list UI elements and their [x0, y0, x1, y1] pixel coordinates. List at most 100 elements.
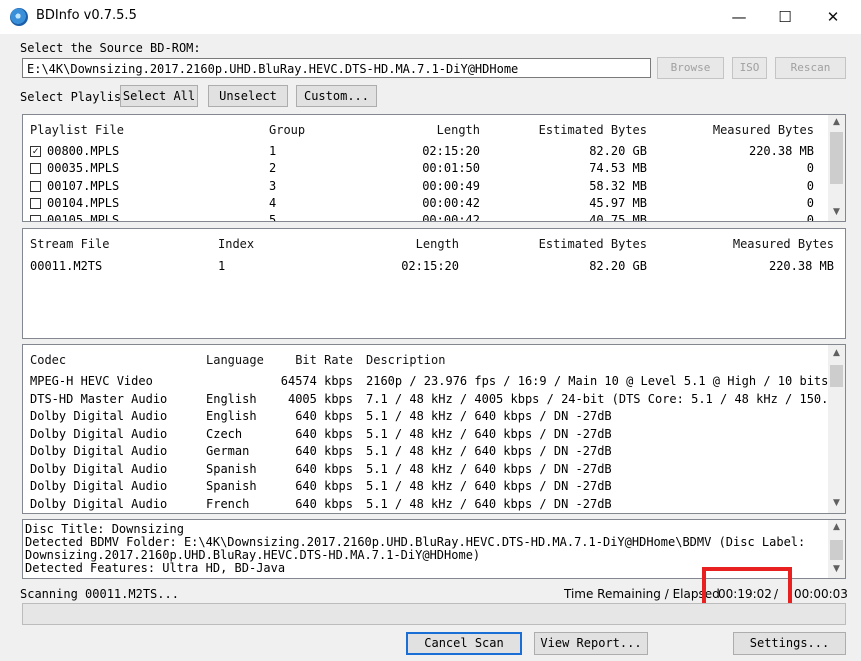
playlist-file: 00105.MPLS	[47, 213, 120, 222]
minimize-button[interactable]: —	[716, 0, 762, 34]
scroll-up-icon[interactable]: ▲	[828, 522, 845, 532]
checkbox[interactable]	[30, 181, 41, 192]
table-row[interactable]: MPEG-H HEVC Video 64574 kbps 2160p / 23.…	[23, 373, 845, 390]
unselect-button[interactable]: Unselect	[208, 85, 288, 107]
header-stream-file[interactable]: Stream File	[30, 237, 109, 251]
codec-bit-rate: 640 kbps	[295, 427, 353, 441]
header-group[interactable]: Group	[269, 123, 305, 137]
codec-bit-rate: 640 kbps	[295, 462, 353, 476]
stream-est-bytes: 82.20 GB	[589, 259, 647, 273]
playlist-file: 00800.MPLS	[47, 144, 120, 158]
playlist-group: 2	[269, 161, 277, 175]
table-row[interactable]: 00035.MPLS 2 00:01:50 74.53 MB 0	[23, 160, 829, 177]
cancel-scan-button[interactable]: Cancel Scan	[406, 632, 522, 655]
checkbox[interactable]	[30, 198, 41, 209]
table-row[interactable]: Dolby Digital Audio English 640 kbps 5.1…	[23, 408, 823, 425]
header-playlist-file[interactable]: Playlist File	[30, 123, 124, 137]
stream-table: Stream File Index Length Estimated Bytes…	[22, 228, 846, 339]
table-row[interactable]: Dolby Digital Audio Czech 640 kbps 5.1 /…	[23, 426, 823, 443]
codec-description: 5.1 / 48 kHz / 640 kbps / DN -27dB	[366, 462, 612, 476]
table-row[interactable]: Dolby Digital Audio German 640 kbps 5.1 …	[23, 443, 823, 460]
codec-name: Dolby Digital Audio	[30, 427, 168, 441]
scroll-down-icon[interactable]: ▼	[828, 498, 845, 508]
info-line: Detected Features: Ultra HD, BD-Java	[25, 561, 286, 575]
custom-button[interactable]: Custom...	[296, 85, 377, 107]
codec-table: Codec Language Bit Rate Description MPEG…	[22, 344, 846, 514]
playlist-group: 4	[269, 196, 277, 210]
header-language[interactable]: Language	[206, 353, 264, 367]
playlist-group: 5	[269, 213, 277, 222]
codec-name: MPEG-H HEVC Video	[30, 374, 153, 388]
header-description[interactable]: Description	[366, 353, 445, 367]
playlist-meas-bytes: 0	[806, 196, 814, 210]
playlist-group: 1	[269, 144, 277, 158]
stream-index: 1	[218, 259, 226, 273]
close-button[interactable]: ✕	[810, 0, 856, 34]
checkbox[interactable]	[30, 215, 41, 221]
header-codec[interactable]: Codec	[30, 353, 66, 367]
playlist-length: 00:01:50	[422, 161, 480, 175]
scroll-thumb[interactable]	[830, 540, 843, 560]
scroll-thumb[interactable]	[830, 132, 843, 184]
playlist-length: 00:00:49	[422, 179, 480, 193]
scroll-down-icon[interactable]: ▼	[828, 207, 845, 217]
table-row[interactable]: ✓ 00800.MPLS 1 02:15:20 82.20 GB 220.38 …	[23, 143, 829, 160]
table-row[interactable]: 00011.M2TS 1 02:15:20 82.20 GB 220.38 MB	[23, 258, 845, 275]
scroll-down-icon[interactable]: ▼	[828, 564, 845, 574]
table-row[interactable]: Dolby Digital Audio French 640 kbps 5.1 …	[23, 496, 823, 513]
browse-button[interactable]: Browse	[657, 57, 724, 79]
scroll-up-icon[interactable]: ▲	[828, 117, 845, 127]
checkbox-checked[interactable]: ✓	[30, 146, 41, 157]
stream-meas-bytes: 220.38 MB	[768, 259, 834, 273]
codec-description: 5.1 / 48 kHz / 640 kbps / DN -27dB	[366, 409, 612, 423]
rescan-button[interactable]: Rescan	[775, 57, 846, 79]
iso-button[interactable]: ISO	[732, 57, 767, 79]
header-measured-bytes[interactable]: Measured Bytes	[683, 237, 834, 251]
playlist-est-bytes: 40.75 MB	[589, 213, 647, 222]
header-index[interactable]: Index	[218, 237, 254, 251]
scroll-up-icon[interactable]: ▲	[828, 348, 845, 358]
playlist-file: 00107.MPLS	[47, 179, 120, 193]
playlist-scrollbar[interactable]: ▲ ▼	[828, 115, 845, 221]
playlist-length: 02:15:20	[422, 144, 480, 158]
codec-description: 5.1 / 48 kHz / 640 kbps / DN -27dB	[366, 444, 612, 458]
stream-length: 02:15:20	[401, 259, 459, 273]
playlist-meas-bytes: 0	[806, 161, 814, 175]
codec-language: German	[206, 444, 250, 458]
codec-language: English	[206, 392, 257, 406]
codec-name: Dolby Digital Audio	[30, 497, 168, 511]
select-playlist-label: Select Playlist	[20, 90, 129, 104]
settings-button[interactable]: Settings...	[733, 632, 846, 655]
table-row[interactable]: 00107.MPLS 3 00:00:49 58.32 MB 0	[23, 178, 829, 195]
view-report-button[interactable]: View Report...	[534, 632, 648, 655]
codec-name: DTS-HD Master Audio	[30, 392, 168, 406]
window-title: BDInfo v0.7.5.5	[36, 8, 137, 23]
playlist-file: 00104.MPLS	[47, 196, 120, 210]
table-row[interactable]: Dolby Digital Audio Spanish 640 kbps 5.1…	[23, 461, 823, 478]
table-row[interactable]: 00105.MPLS 5 00:00:42 40.75 MB 0	[23, 212, 829, 222]
header-length[interactable]: Length	[343, 237, 459, 251]
checkbox[interactable]	[30, 163, 41, 174]
header-estimated-bytes[interactable]: Estimated Bytes	[503, 123, 647, 137]
header-length[interactable]: Length	[363, 123, 480, 137]
maximize-button[interactable]: ☐	[762, 0, 808, 34]
info-scrollbar[interactable]: ▲ ▼	[828, 520, 845, 578]
table-row[interactable]: 00104.MPLS 4 00:00:42 45.97 MB 0	[23, 195, 829, 212]
header-bit-rate[interactable]: Bit Rate	[273, 353, 353, 367]
scroll-thumb[interactable]	[830, 365, 843, 387]
source-path-input[interactable]: E:\4K\Downsizing.2017.2160p.UHD.BluRay.H…	[22, 58, 651, 78]
select-all-button[interactable]: Select All	[120, 85, 198, 107]
table-row[interactable]: DTS-HD Master Audio English 4005 kbps 7.…	[23, 391, 843, 408]
table-row[interactable]: Dolby Digital Audio Spanish 640 kbps 5.1…	[23, 478, 823, 495]
playlist-meas-bytes: 220.38 MB	[748, 144, 814, 158]
codec-scrollbar[interactable]: ▲ ▼	[828, 345, 845, 513]
playlist-est-bytes: 45.97 MB	[589, 196, 647, 210]
playlist-group: 3	[269, 179, 277, 193]
playlist-table: Playlist File Group Length Estimated Byt…	[22, 114, 846, 222]
scanning-status: Scanning 00011.M2TS...	[20, 587, 179, 601]
header-estimated-bytes[interactable]: Estimated Bytes	[503, 237, 647, 251]
playlist-est-bytes: 82.20 GB	[589, 144, 647, 158]
codec-language: French	[206, 497, 250, 511]
header-measured-bytes[interactable]: Measured Bytes	[673, 123, 814, 137]
playlist-meas-bytes: 0	[806, 213, 814, 222]
